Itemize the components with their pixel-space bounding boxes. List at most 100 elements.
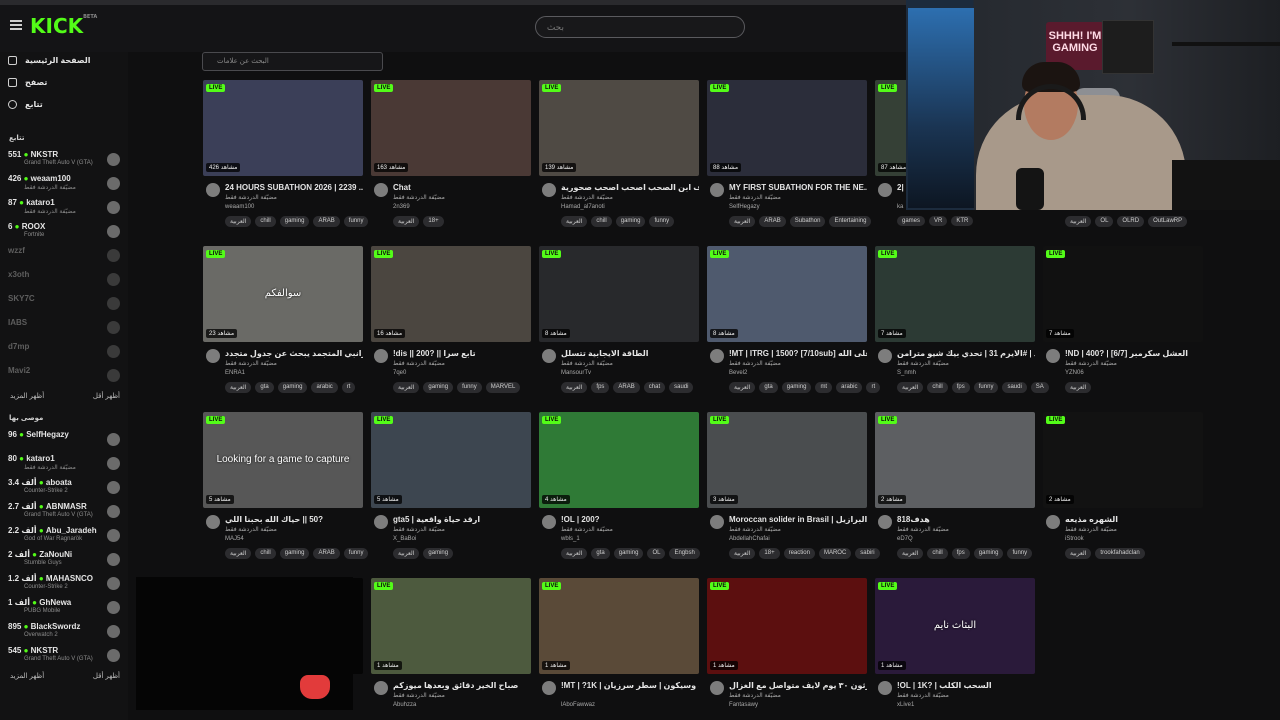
stream-thumbnail[interactable]: LIVE 1 مشاهد البثاث نايم [875,578,1035,674]
channel-name[interactable]: iStrook [1065,536,1084,542]
tag-chip[interactable]: VR [929,216,948,226]
tag-chip[interactable]: gaming [781,382,812,393]
tag-chip[interactable]: gaming [613,548,644,559]
stream-thumbnail[interactable]: LIVE 1 مشاهد [707,578,867,674]
stream-title[interactable]: مارثون ٣٠ يوم لايف متواصل مع الغزال [729,681,867,690]
tag-chip[interactable]: fps [951,548,970,559]
sidebar-channel[interactable]: 895 ● BlackSwordz Overwatch 2 [8,622,122,644]
nav-browse[interactable]: تصفح [8,74,47,90]
avatar[interactable] [710,349,724,363]
avatar[interactable] [878,515,892,529]
tag-chip[interactable]: games [897,216,926,226]
tag-chip[interactable]: OL [647,548,666,559]
tag-chip[interactable]: chill [591,216,612,227]
channel-name[interactable]: YZN06 [1065,370,1084,376]
sidebar-channel[interactable]: Mavi2 [8,366,122,388]
stream-card[interactable]: LIVE 16 مشاهد !dis || 200? || تابع سرا مضيّ… [371,246,531,396]
tag-chip[interactable]: fps [951,382,970,393]
sidebar-channel[interactable]: 426 ● weaam100 مضيّفة الدردشة فقط [8,174,122,196]
avatar[interactable] [878,349,892,363]
stream-card[interactable]: LIVE 163 مشاهد Chat مضيّفة الدردشة فقط 2n369… [371,80,531,230]
stream-title[interactable]: MY FIRST SUBATHON FOR THE NE... [729,183,867,192]
tag-chip[interactable]: arabic [311,382,338,393]
channel-name[interactable]: 7qe0 [393,370,406,376]
channel-name[interactable]: Fantasawy [729,702,758,708]
tag-chip[interactable]: العربية [225,216,252,227]
tag-chip[interactable]: ARAB [613,382,640,393]
stream-title[interactable]: 24 HOURS SUBATHON 2026 | 2239 ... [225,183,363,192]
avatar[interactable] [374,515,388,529]
channel-name[interactable]: 2n369 [393,204,410,210]
stream-title[interactable]: الشهره مذيعه [1065,515,1203,524]
hamburger-menu-icon[interactable] [10,20,22,30]
stream-title[interactable]: الاكرانبي المتجمد يبحث عن جدول متجدد [225,349,363,358]
stream-title[interactable]: !OL | 1K? | السحب الكلب [897,681,1035,690]
sidebar-channel[interactable]: 551 ● NKSTR Grand Theft Auto V (GTA) [8,150,122,172]
tag-chip[interactable]: العربية [1065,216,1092,227]
stream-title[interactable]: gta5 | ارقد حياة واقعية [393,515,531,524]
avatar[interactable] [878,681,892,695]
tag-chip[interactable]: العربية [897,382,924,393]
stream-title[interactable]: Moroccan solider in Brasil | بي البرازيل [729,515,867,524]
stream-thumbnail[interactable]: LIVE 8 مشاهد [707,246,867,342]
stream-card[interactable]: LIVE 5 مشاهد Looking for a game to capture… [203,412,369,562]
tag-chip[interactable]: gta [759,382,778,393]
tag-chip[interactable]: funny [973,382,999,393]
stream-thumbnail[interactable]: LIVE 2 مشاهد [1043,412,1203,508]
tag-chip[interactable]: rt [341,382,356,393]
stream-card[interactable]: LIVE 2 مشاهد هدف818 مضيّفة الدردشة فقط eD7Q ا… [875,412,1035,562]
tag-chip[interactable]: gaming [279,216,310,227]
avatar[interactable] [374,183,388,197]
tag-chip[interactable]: OL [1095,216,1114,227]
sidebar-channel[interactable]: 2.2 ألف ● Abu_Jaradeh God of War Ragnarök [8,526,122,548]
tag-chip[interactable]: العربية [897,548,924,559]
stream-thumbnail[interactable]: LIVE 5 مشاهد [371,412,531,508]
avatar[interactable] [542,681,556,695]
sidebar-channel[interactable]: 2.7 ألف ● ABNMASR Grand Theft Auto V (GTA… [8,502,122,524]
tag-chip[interactable]: Subathon [789,216,826,227]
sidebar-channel[interactable]: SKY7C [8,294,122,316]
channel-name[interactable]: Hamad_al7anoti [561,204,605,210]
tag-chip[interactable]: gaming [277,382,308,393]
tag-chip[interactable]: gta [591,548,610,559]
tag-chip[interactable]: العربية [225,548,252,559]
avatar[interactable] [710,183,724,197]
avatar[interactable] [542,515,556,529]
tag-chip[interactable]: OutLawRP [1148,216,1188,227]
stream-thumbnail[interactable]: LIVE 1 مشاهد [371,578,531,674]
tag-chip[interactable]: chill [927,548,948,559]
stream-title[interactable]: !ND | 400? | [6/7] العشل سكرمبر [1065,349,1203,358]
tag-chip[interactable]: العربية [729,382,756,393]
stream-thumbnail[interactable]: LIVE 163 مشاهد [371,80,531,176]
avatar[interactable] [206,349,220,363]
avatar[interactable] [542,349,556,363]
tag-chip[interactable]: ARAB [313,548,340,559]
tag-chip[interactable]: chill [255,548,276,559]
channel-name[interactable]: ka [897,204,903,210]
stream-card[interactable]: LIVE 1 مشاهد !MT | ?1K | اخوك وسيكون | سطر… [539,578,699,720]
tag-chip[interactable]: chill [255,216,276,227]
stream-card[interactable]: LIVE 1 مشاهد صباح الخير دقائق وبعدها ميوزك… [371,578,531,720]
avatar[interactable] [710,515,724,529]
stream-card[interactable]: LIVE 426 مشاهد 24 HOURS SUBATHON 2026 | 22… [203,80,369,230]
sidebar-channel[interactable]: wzzf [8,246,122,268]
channel-name[interactable]: SelfHegazy [729,204,760,210]
channel-name[interactable]: Abuhzza [393,702,416,708]
tag-chip[interactable]: العربية [393,548,420,559]
sidebar-channel[interactable]: 3.4 ألف ● aboata Counter-Strike 2 [8,478,122,500]
tag-chip[interactable]: العربية [561,216,588,227]
tag-chip[interactable]: العربية [561,548,588,559]
show-more-link[interactable]: أظهر المزيد [10,392,44,400]
tag-chip[interactable]: arabic [836,382,863,393]
stream-thumbnail[interactable]: LIVE 139 مشاهد [539,80,699,176]
sidebar-channel[interactable]: d7mp [8,342,122,364]
tag-chip[interactable]: saudi [669,382,694,393]
stream-card[interactable]: LIVE 3 مشاهد Moroccan solider in Brasil | … [707,412,880,562]
stream-card[interactable]: LIVE 1 مشاهد البثاث نايم !OL | 1K? | السحب … [875,578,1035,720]
stream-card[interactable]: LIVE 7 مشاهد !ND | 400? | [6/7] العشل سكرم… [1043,246,1203,396]
stream-thumbnail[interactable]: LIVE 2 مشاهد [875,412,1035,508]
channel-name[interactable]: weaam100 [225,204,254,210]
avatar[interactable] [1046,515,1060,529]
tag-chip[interactable]: العربية [729,216,756,227]
stream-card[interactable]: LIVE 139 مشاهد تا لاسات اراف ابن الصحب اصح… [539,80,699,230]
